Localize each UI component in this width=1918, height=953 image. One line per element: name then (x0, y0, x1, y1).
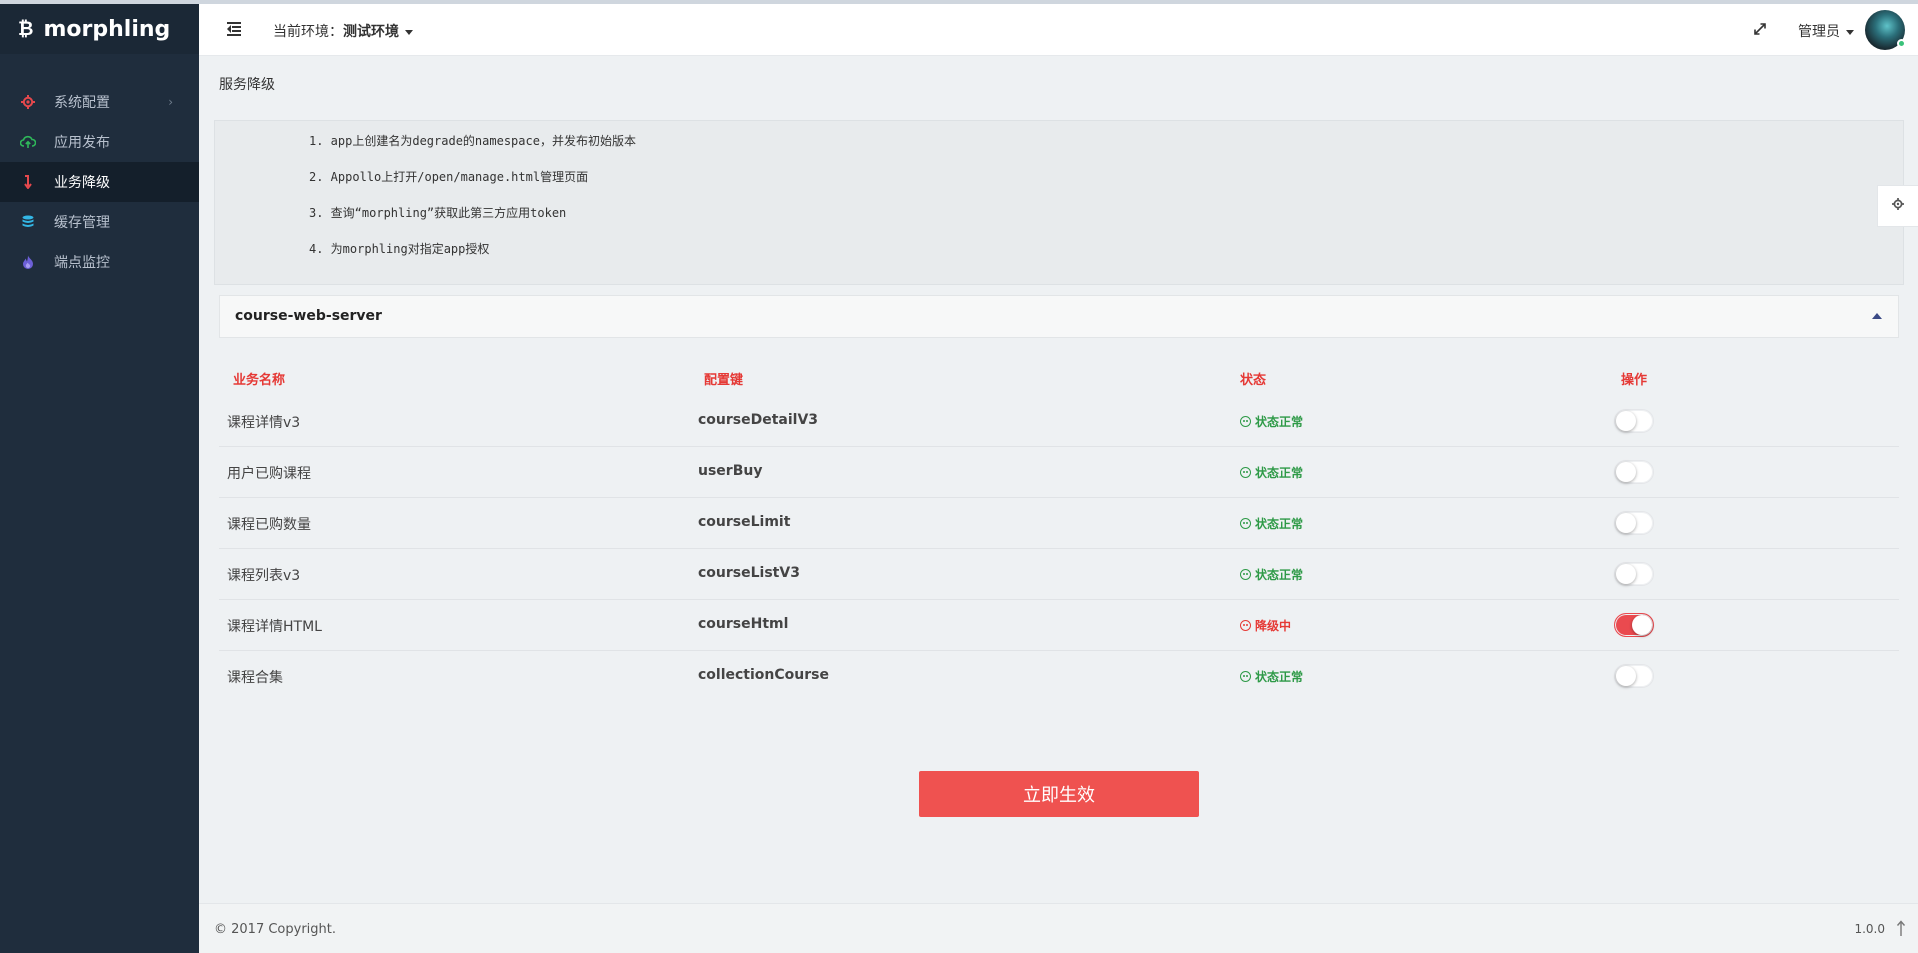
table-body: 课程详情v3 courseDetailV3 状态正常 用户已购课程 userBu… (219, 396, 1899, 702)
status-badge: 降级中 (1240, 617, 1291, 634)
table-row: 课程合集 collectionCourse 状态正常 (219, 651, 1899, 702)
status-badge: 状态正常 (1240, 464, 1303, 481)
bitcoin-logo-icon: ₿ (18, 17, 34, 40)
sidebar-toggle-icon[interactable] (227, 21, 243, 37)
brand[interactable]: ₿ morphling (0, 4, 199, 54)
page-title: 服务降级 (219, 77, 275, 93)
status-badge: 状态正常 (1240, 566, 1303, 583)
collapse-caret-up-icon[interactable] (1872, 313, 1882, 319)
table-row: 课程已购数量 courseLimit 状态正常 (219, 498, 1899, 549)
column-header-key: 配置键 (704, 373, 744, 388)
smile-icon (1240, 569, 1251, 580)
cell-key: courseHtml (698, 616, 789, 632)
table-row: 用户已购课程 userBuy 状态正常 (219, 447, 1899, 498)
caret-down-icon (1846, 29, 1854, 35)
user-name: 管理员 (1798, 24, 1840, 40)
status-text: 状态正常 (1255, 466, 1304, 480)
frown-icon (1240, 620, 1251, 631)
smile-icon (1240, 467, 1251, 478)
sidebar-item-service-degrade[interactable]: 业务降级 (0, 162, 199, 202)
sidebar-item-system-config[interactable]: 系统配置 › (0, 82, 199, 122)
smile-icon (1240, 518, 1251, 529)
sidebar-item-label: 系统配置 (54, 95, 110, 111)
sidebar-item-app-release[interactable]: 应用发布 (0, 122, 199, 162)
avatar[interactable] (1865, 10, 1906, 50)
instruction-item: 2. Appollo上打开/open/manage.html管理页面 (309, 170, 589, 184)
instruction-item: 1. app上创建名为degrade的namespace，并发布初始版本 (309, 134, 636, 148)
panel-title: course-web-server (235, 308, 382, 324)
gear-icon (1892, 198, 1904, 214)
user-menu[interactable]: 管理员 (1798, 21, 1854, 41)
table-row: 课程详情HTML courseHtml 降级中 (219, 600, 1899, 651)
env-label: 当前环境： (273, 24, 343, 40)
top-header: 当前环境：测试环境 管理员 (199, 4, 1918, 56)
sidebar-item-label: 缓存管理 (54, 215, 110, 231)
degrade-toggle[interactable] (1614, 664, 1654, 688)
footer: © 2017 Copyright. 1.0.0 (199, 903, 1918, 953)
sidebar-menu: 系统配置 › 应用发布 业务降级 缓存管理 端点监控 (0, 82, 199, 282)
table-row: 课程详情v3 courseDetailV3 状态正常 (219, 396, 1899, 447)
smile-icon (1240, 416, 1251, 427)
cell-name: 课程详情HTML (227, 619, 322, 635)
cell-key: courseDetailV3 (698, 412, 819, 428)
sidebar-item-label: 应用发布 (54, 135, 110, 151)
chevron-right-icon: › (168, 95, 173, 109)
status-badge: 状态正常 (1240, 515, 1303, 532)
env-value: 测试环境 (343, 24, 399, 40)
panel-header[interactable]: course-web-server (219, 295, 1899, 338)
copyright-text: © 2017 Copyright. (214, 922, 337, 937)
column-header-name: 业务名称 (233, 373, 286, 388)
cell-key: courseListV3 (698, 565, 800, 581)
sidebar-item-cache-manage[interactable]: 缓存管理 (0, 202, 199, 242)
sidebar-item-label: 端点监控 (54, 255, 110, 271)
degrade-toggle[interactable] (1614, 511, 1654, 535)
table-row: 课程列表v3 courseListV3 状态正常 (219, 549, 1899, 600)
cell-name: 课程合集 (227, 670, 283, 686)
status-text: 状态正常 (1255, 415, 1304, 429)
flame-icon (20, 254, 36, 270)
sidebar: ₿ morphling 系统配置 › 应用发布 业务降级 缓存管理 端点监控 (0, 4, 199, 953)
version-text: 1.0.0 (1854, 922, 1885, 936)
database-icon (20, 214, 36, 230)
status-text: 降级中 (1255, 619, 1292, 633)
back-to-top-icon[interactable] (1896, 919, 1906, 937)
settings-side-tab[interactable] (1877, 185, 1918, 227)
brand-name: morphling (43, 16, 171, 42)
instruction-item: 4. 为morphling对指定app授权 (309, 242, 490, 256)
degrade-toggle[interactable] (1614, 562, 1654, 586)
sidebar-item-label: 业务降级 (54, 175, 110, 191)
cell-name: 课程列表v3 (227, 568, 301, 584)
status-badge: 状态正常 (1240, 413, 1303, 430)
cell-key: collectionCourse (698, 667, 829, 683)
table-header: 业务名称 配置键 状态 操作 (219, 362, 1899, 392)
status-text: 状态正常 (1255, 517, 1304, 531)
online-status-dot (1897, 39, 1906, 48)
instructions-box: 1. app上创建名为degrade的namespace，并发布初始版本 2. … (214, 120, 1904, 285)
instruction-item: 3. 查询“morphling”获取此第三方应用token (309, 206, 567, 220)
smile-icon (1240, 671, 1251, 682)
column-header-status: 状态 (1240, 373, 1267, 388)
status-text: 状态正常 (1255, 568, 1304, 582)
gear-icon (20, 94, 36, 110)
status-text: 状态正常 (1255, 670, 1304, 684)
apply-now-button[interactable]: 立即生效 (919, 771, 1199, 817)
sidebar-item-endpoint-monitor[interactable]: 端点监控 (0, 242, 199, 282)
cell-key: userBuy (698, 463, 763, 479)
env-selector[interactable]: 当前环境：测试环境 (273, 21, 413, 41)
status-badge: 状态正常 (1240, 668, 1303, 685)
down-arrow-icon (20, 174, 36, 190)
degrade-toggle[interactable] (1614, 613, 1654, 637)
degrade-toggle[interactable] (1614, 460, 1654, 484)
cell-name: 课程已购数量 (227, 517, 311, 533)
degrade-toggle[interactable] (1614, 409, 1654, 433)
instructions-list: 1. app上创建名为degrade的namespace，并发布初始版本 2. … (215, 121, 1903, 275)
fullscreen-icon[interactable] (1753, 22, 1767, 36)
cloud-upload-icon (20, 134, 36, 150)
column-header-action: 操作 (1621, 373, 1648, 388)
cell-name: 用户已购课程 (227, 466, 311, 482)
cell-key: courseLimit (698, 514, 791, 530)
caret-down-icon (405, 29, 413, 35)
cell-name: 课程详情v3 (227, 415, 301, 431)
